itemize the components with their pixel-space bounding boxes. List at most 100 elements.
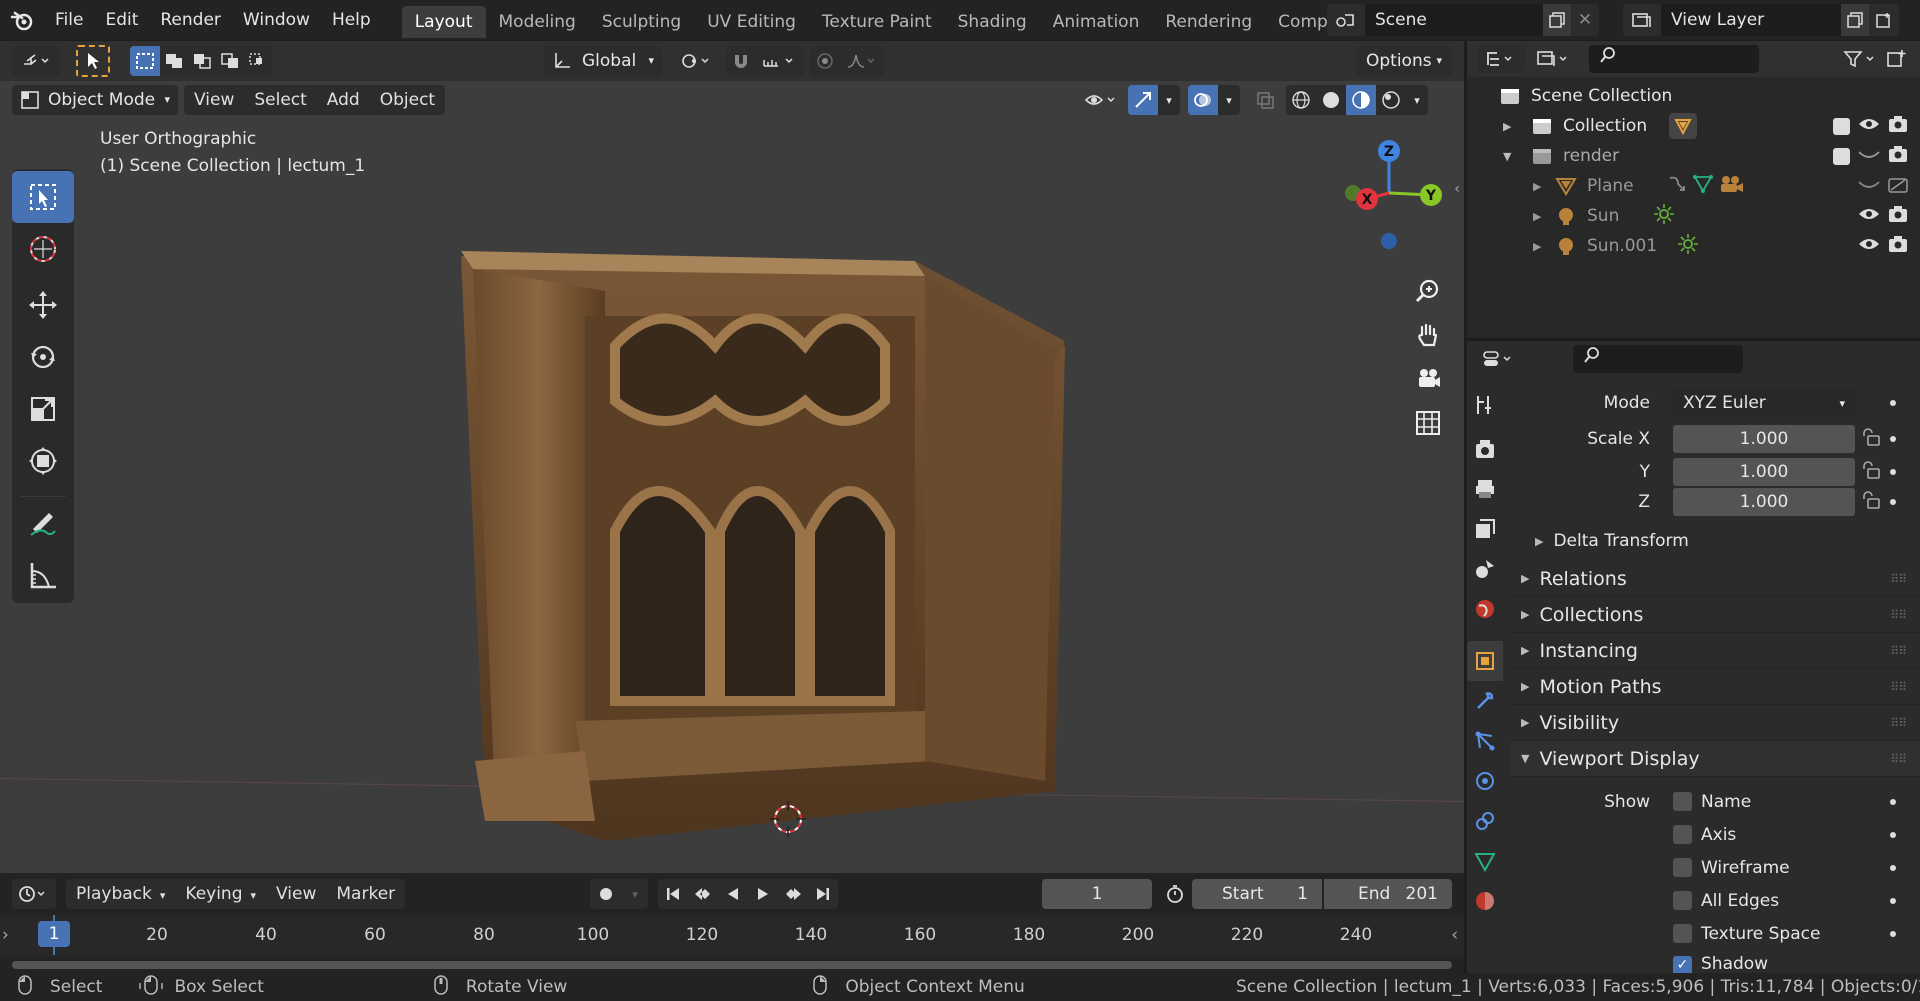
falloff-curve-icon[interactable] <box>840 46 884 76</box>
expand-arrow-icon[interactable]: ▶ <box>1533 210 1549 223</box>
outliner-row-collection[interactable]: ▶ Collection <box>1467 111 1920 141</box>
particles-tab-icon[interactable] <box>1467 721 1503 761</box>
render-tab-icon[interactable] <box>1467 429 1503 469</box>
display-mode-icon[interactable] <box>1531 45 1575 73</box>
rendered-shading-icon[interactable] <box>1376 85 1406 115</box>
section-visibility[interactable]: ▶ Visibility ⠿⠿ <box>1511 705 1920 741</box>
modifier-hook-icon[interactable] <box>1666 174 1688 199</box>
select-tool-icon[interactable] <box>76 45 110 77</box>
section-relations[interactable]: ▶ Relations ⠿⠿ <box>1511 561 1920 597</box>
camera-render-icon[interactable] <box>1888 235 1908 258</box>
output-tab-icon[interactable] <box>1467 469 1503 509</box>
section-motion-paths[interactable]: ▶ Motion Paths ⠿⠿ <box>1511 669 1920 705</box>
select-box-tool-icon[interactable] <box>12 171 74 223</box>
tab-uv-editing[interactable]: UV Editing <box>694 6 809 38</box>
keyframe-dot-icon[interactable] <box>1890 864 1896 871</box>
navigation-gizmo[interactable]: Z Y X <box>1333 129 1443 259</box>
jump-keyframe-forward-icon[interactable] <box>778 879 808 909</box>
jump-end-icon[interactable] <box>808 879 838 909</box>
select-invert-icon[interactable] <box>216 46 244 76</box>
camera-view-icon[interactable] <box>1406 357 1450 401</box>
lectern-model[interactable] <box>455 201 1075 841</box>
material-icon[interactable] <box>1718 174 1746 199</box>
keyframe-dot-icon[interactable] <box>1890 798 1896 805</box>
play-reverse-icon[interactable] <box>718 879 748 909</box>
blender-logo-icon[interactable] <box>0 0 44 40</box>
record-icon[interactable] <box>590 879 622 909</box>
scene-tab-icon[interactable] <box>1467 549 1503 589</box>
lock-icon[interactable] <box>1861 460 1881 484</box>
menu-add[interactable]: Add <box>317 85 370 115</box>
view-layer-tab-icon[interactable] <box>1467 509 1503 549</box>
collapse-arrow-icon[interactable]: ▼ <box>1503 150 1519 163</box>
menu-view[interactable]: View <box>184 85 244 115</box>
keyframe-dot-icon[interactable] <box>1890 499 1896 505</box>
menu-marker[interactable]: Marker <box>326 879 405 909</box>
menu-render[interactable]: Render <box>149 0 232 40</box>
menu-timeline-view[interactable]: View <box>266 879 326 909</box>
chevron-left-icon[interactable]: ‹ <box>1451 925 1458 945</box>
keyframe-dot-icon[interactable] <box>1890 469 1896 475</box>
menu-keying[interactable]: Keying ▾ <box>175 879 266 909</box>
outliner-row-plane[interactable]: ▶ Plane <box>1467 171 1920 201</box>
playhead-frame-badge[interactable]: 1 <box>38 921 70 947</box>
lock-icon[interactable] <box>1861 490 1881 514</box>
tab-rendering[interactable]: Rendering <box>1152 6 1265 38</box>
tab-layout[interactable]: Layout <box>401 6 486 38</box>
scale-y-field[interactable]: 1.000 <box>1673 458 1855 486</box>
camera-disabled-icon[interactable] <box>1888 175 1908 198</box>
new-scene-icon[interactable] <box>1543 4 1571 36</box>
scene-icon[interactable] <box>1327 4 1365 36</box>
jump-keyframe-back-icon[interactable] <box>688 879 718 909</box>
remove-view-layer-icon[interactable] <box>1869 4 1899 36</box>
exclude-checkbox[interactable] <box>1833 117 1850 135</box>
outliner-scene-collection-row[interactable]: Scene Collection <box>1467 81 1920 111</box>
show-wireframe-checkbox[interactable] <box>1673 858 1692 877</box>
drag-handle-icon[interactable]: ⠿⠿ <box>1890 608 1907 622</box>
proportional-edit-icon[interactable] <box>810 46 840 76</box>
overlays-dropdown-icon[interactable]: ▾ <box>1218 85 1240 115</box>
drag-handle-icon[interactable]: ⠿⠿ <box>1890 644 1907 658</box>
eye-icon[interactable] <box>1858 236 1880 257</box>
keyframe-dot-icon[interactable] <box>1890 436 1896 442</box>
menu-object[interactable]: Object <box>370 85 445 115</box>
new-collection-icon[interactable] <box>1882 45 1910 73</box>
xray-toggle-icon[interactable] <box>1250 85 1280 115</box>
tab-shading[interactable]: Shading <box>945 6 1040 38</box>
gizmo-dropdown-icon[interactable]: ▾ <box>1158 85 1180 115</box>
eye-icon[interactable] <box>1858 116 1880 137</box>
pivot-point-icon[interactable] <box>674 46 718 76</box>
sun-data-icon[interactable] <box>1653 203 1675 230</box>
mesh-data-icon[interactable] <box>1669 113 1698 139</box>
drag-handle-icon[interactable]: ⠿⠿ <box>1890 680 1907 694</box>
expand-arrow-icon[interactable]: ▶ <box>1503 120 1519 133</box>
ortho-grid-icon[interactable] <box>1406 401 1450 445</box>
filter-icon[interactable] <box>1838 45 1882 73</box>
material-tab-icon[interactable] <box>1467 881 1503 921</box>
view-layer-name-field[interactable]: View Layer <box>1661 4 1841 36</box>
select-intersect-icon[interactable] <box>244 46 272 76</box>
drag-handle-icon[interactable]: ⠿⠿ <box>1890 752 1907 766</box>
expand-arrow-icon[interactable]: ▶ <box>1533 240 1549 253</box>
show-name-checkbox[interactable] <box>1673 792 1692 811</box>
outliner-editor-type-icon[interactable] <box>1477 45 1525 73</box>
move-tool-icon[interactable] <box>12 279 74 331</box>
timeline-editor-type-icon[interactable] <box>12 879 56 909</box>
gizmo-toggle-icon[interactable] <box>1128 85 1158 115</box>
show-all-edges-checkbox[interactable] <box>1673 891 1692 910</box>
eye-closed-icon[interactable] <box>1858 146 1880 167</box>
physics-tab-icon[interactable] <box>1467 761 1503 801</box>
snap-increment-icon[interactable] <box>756 46 804 76</box>
material-preview-icon[interactable] <box>1346 85 1376 115</box>
camera-render-icon[interactable] <box>1888 205 1908 228</box>
data-tab-icon[interactable] <box>1467 841 1503 881</box>
section-viewport-display[interactable]: ▼ Viewport Display ⠿⠿ <box>1511 741 1920 777</box>
transform-orientation-dropdown[interactable]: Global ▾ <box>544 46 662 76</box>
object-tab-icon[interactable] <box>1467 641 1503 681</box>
tab-modeling[interactable]: Modeling <box>486 6 589 38</box>
menu-edit[interactable]: Edit <box>94 0 149 40</box>
scale-tool-icon[interactable] <box>12 383 74 435</box>
timeline-ruler[interactable]: 1 20 40 60 80 100 120 140 160 180 200 22… <box>0 915 1464 957</box>
wireframe-shading-icon[interactable] <box>1286 85 1316 115</box>
eye-closed-icon[interactable] <box>1858 176 1880 197</box>
